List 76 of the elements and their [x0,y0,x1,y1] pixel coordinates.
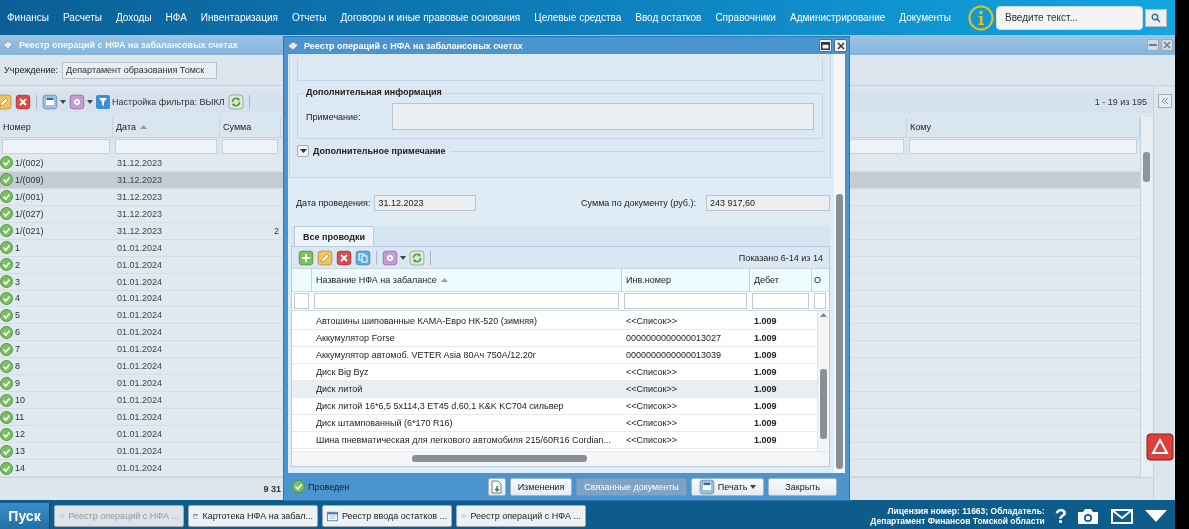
table-cell-text: 01.01.2024 [116,428,164,442]
total-amount: 9 31 [262,484,281,494]
table-cell-text: 1.009 [753,383,778,396]
table-cell-text: 1.009 [753,434,778,447]
table-cell: 6 [15,327,20,338]
table-cell-text: Диск штампованный (6*170 R16) [315,417,454,430]
table-cell: 1/(001) [15,191,44,202]
table-cell-text: 31.12.2023 [116,207,164,221]
table-cell-text: 01.01.2024 [116,360,164,374]
table-cell-text: 01.01.2024 [116,343,164,357]
table-cell-text: 31.12.2023 [116,190,164,204]
table-cell-text: 1.009 [753,349,778,362]
table-cell-text: 01.01.2024 [116,394,164,408]
field-label: Примечание: [306,111,362,122]
table-cell-text: 1.009 [753,400,778,413]
table-cell: 7 [15,344,20,355]
table-cell: 8 [15,361,20,372]
table-cell-text: <<Список>> [625,383,678,396]
table-cell: 2 [274,225,279,236]
table-cell-text: 01.01.2024 [116,411,164,425]
table-cell-text: 1.009 [753,417,778,430]
table-cell-text: Диск литой [315,383,364,396]
table-cell-text: 31.12.2023 [116,173,164,187]
table-cell-text: 0000000000000013027 [625,332,723,345]
table-cell-text: Шина пневматическая для легкового автомобиля 215/60R16 Cordian... [315,434,613,447]
table-cell: 1 [15,242,20,253]
table-cell-text: <<Список>> [625,434,678,447]
table-cell-text: 01.01.2024 [116,292,164,306]
table-cell-text: Аккумулятор Forse [315,332,396,345]
table-cell-text: 1.009 [753,366,778,379]
table-cell: 3 [15,276,20,287]
table-cell: 10 [15,395,25,406]
table-cell: 1/(027) [15,208,44,219]
table-cell: 4 [15,293,20,304]
field-label: Учреждение: [4,65,59,75]
table-cell: 1/(021) [15,225,44,236]
dialog-title: Реестр операций с НФА на забалансовых счетах [304,40,523,51]
section-title: Дополнительная информация [306,87,445,97]
table-cell: 1/(002) [15,157,44,168]
table-cell-text: 01.01.2024 [116,258,164,272]
table-cell-text: 1.009 [753,332,778,345]
table-cell: 11 [15,412,25,423]
license-text: Лицензия номер: 11663; Обладатель: [887,506,1045,516]
license-text: Департамент Финансов Томской области [870,516,1045,526]
window-title: Реестр операций с НФА на забалансовых счетах [19,40,238,50]
table-cell-text: 01.01.2024 [116,309,164,323]
table-cell: 12 [15,429,25,440]
table-cell-text: 1.009 [753,315,778,328]
table-cell-text: 01.01.2024 [116,241,164,255]
table-cell-text: Диск литой 16*6,5 5x114,3 ET45 d.60,1 K&K KC704 сильвер [315,400,565,413]
table-cell-text: <<Список>> [625,315,678,328]
table-cell-text: <<Список>> [625,417,678,430]
table-cell-text: Аккумулятор автомоб. VETER Asia 80Ач 750A/12.20г [315,349,538,362]
table-cell: 2 [15,259,20,270]
pager-text: Показано 6-14 из 14 [738,252,823,263]
table-cell-text: 0000000000000013039 [625,349,723,362]
table-cell-text: 31.12.2023 [116,156,164,170]
field-label: Дата проведения: [296,198,371,208]
table-cell: 13 [15,446,25,457]
table-cell-text: 01.01.2024 [116,445,164,459]
table-cell: 14 [15,463,25,473]
field-label: Сумма по документу (руб.): [581,198,696,208]
table-cell-text: Диск Big Byz [315,366,370,379]
table-cell-text: 01.01.2024 [116,462,164,475]
status-text: Проведен [308,481,350,492]
table-cell-text: 01.01.2024 [116,326,164,340]
table-cell: 9 [15,378,20,389]
table-cell-text: <<Список>> [625,366,678,379]
pager-text: 1 - 19 из 195 [1094,97,1147,107]
table-cell-text: 01.01.2024 [116,377,164,391]
table-cell-text: 31.12.2023 [116,224,164,238]
table-cell-text: 01.01.2024 [116,275,164,289]
table-cell: 1/(009) [15,174,44,185]
table-cell-text: Автошины шипованные КАМА-Евро НК-520 (зимняя) [315,315,538,328]
table-cell-text: <<Список>> [625,400,678,413]
table-cell: 5 [15,310,20,321]
